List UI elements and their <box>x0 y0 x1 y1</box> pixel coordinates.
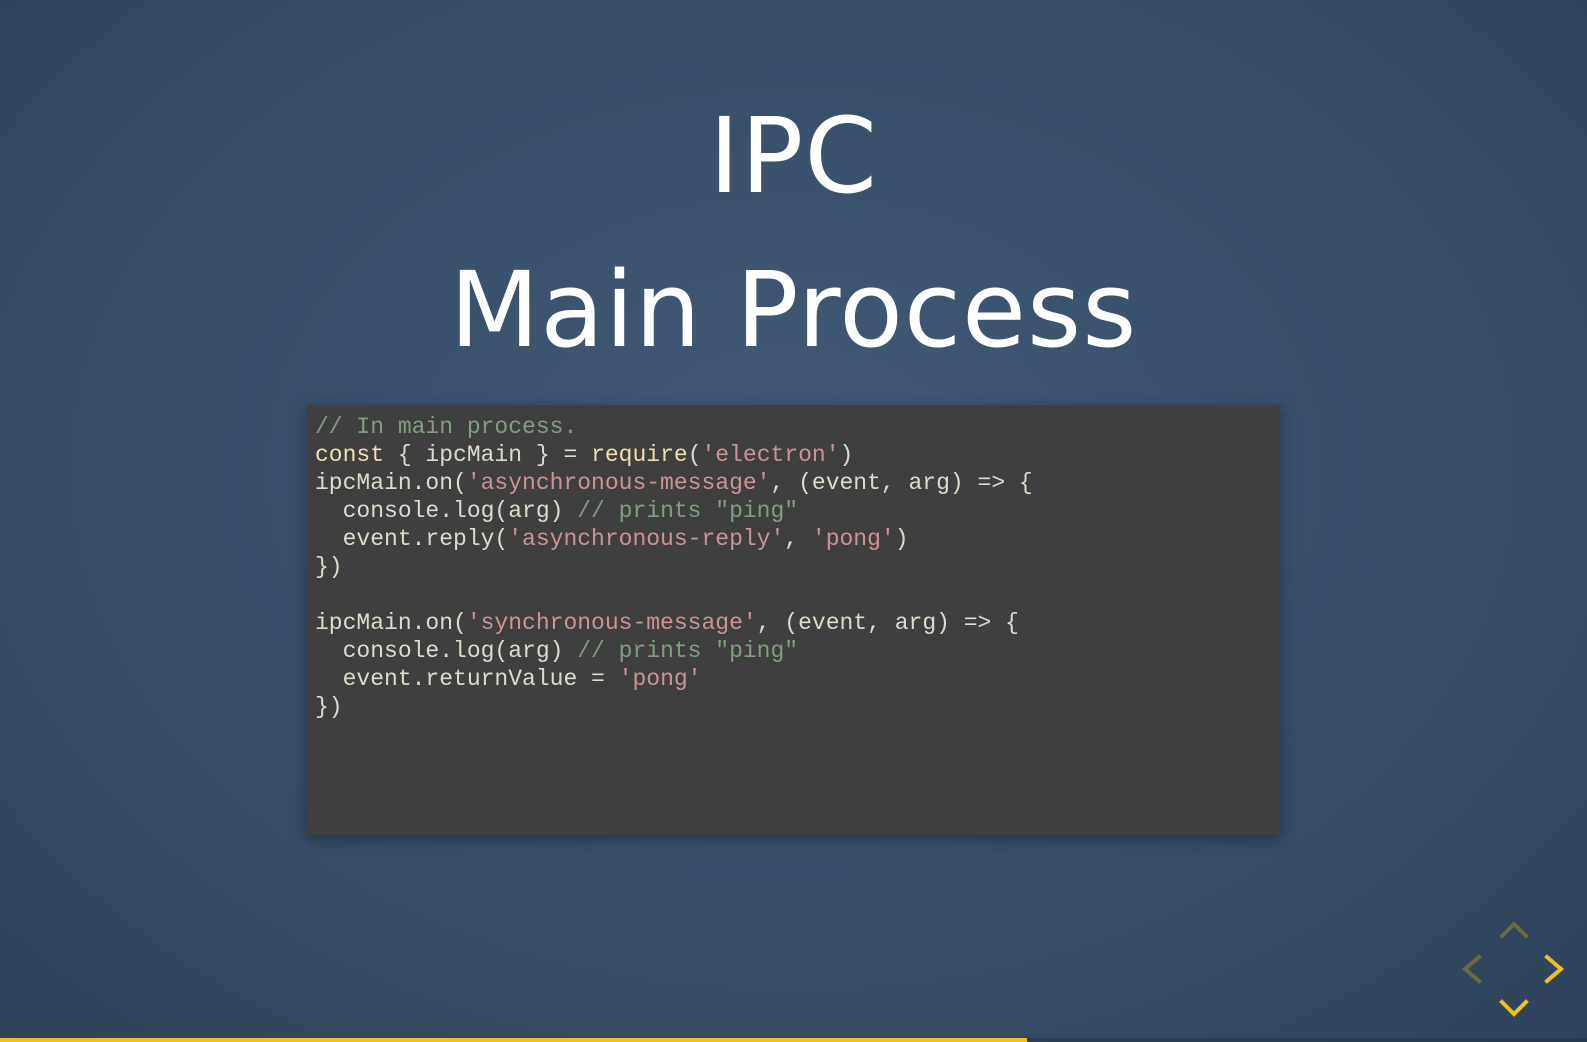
code-token-plain: console.log(arg) <box>315 498 578 524</box>
code-line: }) <box>315 693 1272 721</box>
chevron-up-icon <box>1499 921 1529 939</box>
code-token-string: 'pong' <box>811 526 895 552</box>
navigate-down-button[interactable] <box>1499 994 1529 1024</box>
code-listing: // In main process. const { ipcMain } = r… <box>315 413 1272 721</box>
navigate-left-button[interactable] <box>1457 954 1487 984</box>
code-line: event.returnValue = 'pong' <box>315 665 1272 693</box>
code-token-comment: // prints "ping" <box>577 498 799 524</box>
code-token-plain: { ipcMain } = <box>384 442 592 468</box>
chevron-right-icon <box>1544 954 1565 984</box>
code-token-plain: event.reply( <box>315 526 509 552</box>
chevron-down-icon <box>1499 999 1529 1017</box>
code-token-comment: // prints "ping" <box>577 638 799 664</box>
code-line: const { ipcMain } = require('electron') <box>315 441 1272 469</box>
code-line: console.log(arg) // prints "ping" <box>315 637 1272 665</box>
slide-progress-bar <box>0 1038 1587 1042</box>
code-token-plain: }) <box>315 554 343 580</box>
code-token-plain: ) <box>894 526 909 552</box>
navigate-up-button[interactable] <box>1499 914 1529 944</box>
slide-progress-fill <box>0 1038 1027 1042</box>
code-token-plain: ipcMain.on( <box>315 470 467 496</box>
code-token-plain: , (event, arg) => { <box>756 610 1019 636</box>
code-token-string: 'asynchronous-reply' <box>508 526 785 552</box>
slide-subtitle: Main Process <box>449 249 1138 371</box>
code-token-plain: ipcMain.on( <box>315 610 467 636</box>
code-token-plain: , <box>784 526 812 552</box>
code-line: }) <box>315 553 1272 581</box>
code-line: event.reply('asynchronous-reply', 'pong'… <box>315 525 1272 553</box>
code-token-string: 'electron' <box>701 442 840 468</box>
code-line: // In main process. <box>315 413 1272 441</box>
code-token-plain: }) <box>315 694 343 720</box>
code-line: console.log(arg) // prints "ping" <box>315 497 1272 525</box>
slide: IPC Main Process // In main process. cons… <box>0 0 1587 1042</box>
navigation-controls <box>1455 912 1573 1030</box>
code-token-string: 'asynchronous-message' <box>466 470 771 496</box>
code-token-comment: // In main process. <box>315 414 578 440</box>
code-token-keyword: require <box>591 442 688 468</box>
code-token-keyword: const <box>315 442 385 468</box>
code-token-plain: , (event, arg) => { <box>770 470 1033 496</box>
slide-title: IPC <box>708 95 878 217</box>
code-token-plain: ) <box>839 442 854 468</box>
code-token-plain: event.returnValue = <box>315 666 619 692</box>
navigate-right-button[interactable] <box>1539 954 1569 984</box>
chevron-left-icon <box>1461 954 1482 984</box>
code-token-plain: console.log(arg) <box>315 638 578 664</box>
code-block: // In main process. const { ipcMain } = r… <box>307 405 1280 835</box>
code-token-plain: ( <box>687 442 702 468</box>
code-token-string: 'pong' <box>618 666 702 692</box>
code-token-string: 'synchronous-message' <box>466 610 757 636</box>
code-line: ipcMain.on('asynchronous-message', (even… <box>315 469 1272 497</box>
code-line: ipcMain.on('synchronous-message', (event… <box>315 609 1272 637</box>
